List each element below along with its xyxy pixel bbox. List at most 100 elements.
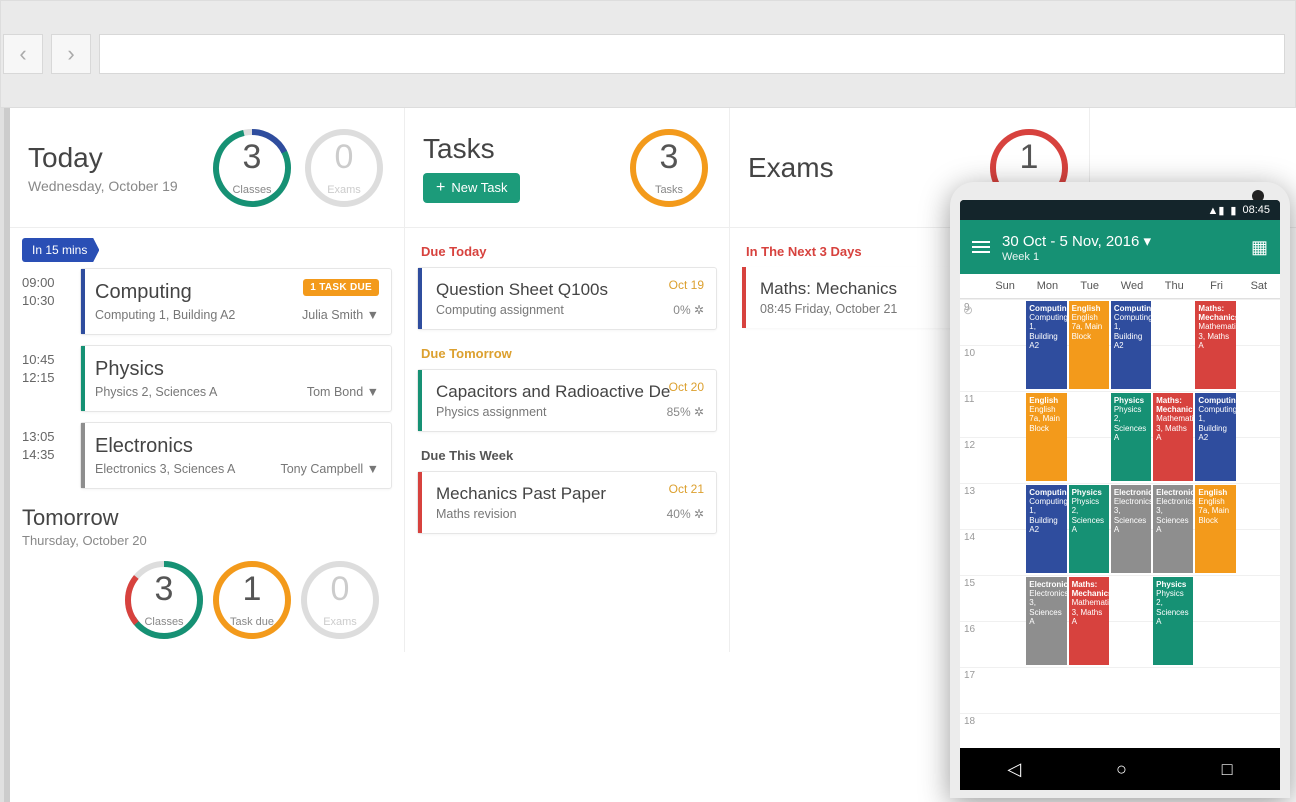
mobile-week: Week 1	[1002, 251, 1151, 263]
calendar-event[interactable]: Maths: Mechanics Mathematics 3, Maths A	[1153, 393, 1193, 481]
task-sub: Maths revision	[436, 507, 702, 521]
tasks-section-label: Due Tomorrow	[421, 346, 717, 361]
calendar-icon[interactable]: ▦	[1251, 237, 1268, 258]
tomorrow-tasks-ring: 1 Task due	[210, 558, 294, 642]
calendar-event[interactable]: Computing Computing 1, Building A2	[1111, 301, 1151, 389]
calendar-event[interactable]: English English 7a, Main Block	[1026, 393, 1066, 481]
class-card[interactable]: Electronics Electronics 3, Sciences A To…	[80, 422, 392, 489]
tomorrow-date: Thursday, October 20	[22, 533, 392, 548]
calendar-event[interactable]: Electronics Electronics 3, Sciences A	[1153, 485, 1193, 573]
class-row: 09:0010:30 1 TASK DUE Computing Computin…	[22, 268, 392, 335]
task-title: Question Sheet Q100s	[436, 280, 702, 300]
calendar-event[interactable]: English English 7a, Main Block	[1069, 301, 1109, 389]
class-title: Electronics	[95, 435, 377, 458]
class-stripe	[81, 423, 85, 488]
task-title: Capacitors and Radioactive De	[436, 382, 702, 402]
browser-chrome: ‹ ›	[0, 0, 1296, 108]
mobile-days-header: SunMonTueWedThuFriSat	[960, 274, 1280, 299]
task-card[interactable]: Oct 21 Mechanics Past Paper Maths revisi…	[417, 471, 717, 534]
mobile-navbar: ◁ ○ □	[960, 748, 1280, 790]
calendar-event[interactable]: Computing Computing 1, Building A2	[1026, 301, 1066, 389]
calendar-event[interactable]: Electronics Electronics 3, Sciences A	[1111, 485, 1151, 573]
class-teacher: Julia Smith ▼	[302, 308, 379, 322]
mobile-date-range[interactable]: 30 Oct - 5 Nov, 2016	[1002, 233, 1139, 250]
task-due: Oct 21	[669, 482, 704, 496]
hour-label: 17	[964, 670, 975, 681]
task-stripe	[418, 472, 422, 533]
battery-icon: ▮	[1230, 204, 1236, 217]
mobile-appbar: 30 Oct - 5 Nov, 2016 ▾ Week 1 ▦	[960, 220, 1280, 274]
tasks-section-label: Due Today	[421, 244, 717, 259]
shield-icon: ▼	[367, 462, 379, 476]
tomorrow-classes-ring: 3 Classes	[122, 558, 206, 642]
tasks-column: Due Today Oct 19 Question Sheet Q100s Co…	[405, 228, 730, 652]
task-progress: 0% ✲	[673, 303, 704, 317]
android-back-icon[interactable]: ◁	[1007, 759, 1021, 780]
hour-label: 13	[964, 486, 975, 497]
android-home-icon[interactable]: ○	[1116, 759, 1127, 780]
calendar-event[interactable]: Maths: Mechanics Mathematics 3, Maths A	[1069, 577, 1109, 665]
task-title: Mechanics Past Paper	[436, 484, 702, 504]
hour-label: 18	[964, 716, 975, 727]
calendar-event[interactable]: Computing Computing 1, Building A2	[1026, 485, 1066, 573]
task-sub: Physics assignment	[436, 405, 702, 419]
class-card[interactable]: 1 TASK DUE Computing Computing 1, Buildi…	[80, 268, 392, 335]
shield-icon: ▼	[367, 385, 379, 399]
today-exams-ring: 0 Exams	[302, 126, 386, 210]
hour-label: 16	[964, 624, 975, 635]
class-stripe	[81, 346, 85, 411]
hour-label: 14	[964, 532, 975, 543]
today-date: Wednesday, October 19	[28, 178, 178, 194]
calendar-event[interactable]: Maths: Mechanics Mathematics 3, Maths A	[1195, 301, 1235, 389]
calendar-event[interactable]: Computing Computing 1, Building A2	[1195, 393, 1235, 481]
forward-button[interactable]: ›	[51, 34, 91, 74]
signal-icon: ▲▮	[1207, 204, 1224, 217]
alarm-off-icon[interactable]: ⊘	[963, 303, 973, 317]
calendar-event[interactable]: English English 7a, Main Block	[1195, 485, 1235, 573]
task-card[interactable]: Oct 19 Question Sheet Q100s Computing as…	[417, 267, 717, 330]
exam-stripe	[742, 267, 746, 328]
hour-label: 11	[964, 394, 974, 405]
back-button[interactable]: ‹	[3, 34, 43, 74]
day-header: Sun	[984, 274, 1026, 298]
new-task-button[interactable]: +New Task	[423, 173, 520, 203]
chevron-down-icon: ▾	[1143, 233, 1151, 250]
mobile-week-grid[interactable]: 9101112131415161718⊘Computing Computing …	[960, 299, 1280, 769]
task-progress: 40% ✲	[667, 507, 704, 521]
hour-label: 10	[964, 348, 975, 359]
task-sub: Computing assignment	[436, 303, 702, 317]
tasks-section-label: Due This Week	[421, 448, 717, 463]
mobile-time: 08:45	[1242, 204, 1270, 216]
class-teacher: Tony Campbell ▼	[280, 462, 379, 476]
android-recent-icon[interactable]: □	[1222, 759, 1233, 780]
day-header: Wed	[1111, 274, 1153, 298]
today-classes-ring: 3 Classes	[210, 126, 294, 210]
tasks-title: Tasks	[423, 133, 520, 165]
day-header: Mon	[1026, 274, 1068, 298]
today-title: Today	[28, 142, 178, 174]
class-times: 13:0514:35	[22, 422, 70, 489]
task-stripe	[418, 268, 422, 329]
calendar-event[interactable]: Physics Physics 2, Sciences A	[1069, 485, 1109, 573]
calendar-event[interactable]: Physics Physics 2, Sciences A	[1153, 577, 1193, 665]
mobile-statusbar: ▲▮ ▮ 08:45	[960, 200, 1280, 220]
calendar-event[interactable]: Physics Physics 2, Sciences A	[1111, 393, 1151, 481]
tomorrow-exams-ring: 0 Exams	[298, 558, 382, 642]
today-column: In 15 mins 09:0010:30 1 TASK DUE Computi…	[10, 228, 405, 652]
day-header: Thu	[1153, 274, 1195, 298]
class-card[interactable]: Physics Physics 2, Sciences A Tom Bond ▼	[80, 345, 392, 412]
day-header: Sat	[1238, 274, 1280, 298]
today-panel: Today Wednesday, October 19 3 Classes 0 …	[10, 108, 405, 227]
plus-icon: +	[436, 180, 445, 196]
task-card[interactable]: Oct 20 Capacitors and Radioactive De Phy…	[417, 369, 717, 432]
task-stripe	[418, 370, 422, 431]
menu-icon[interactable]	[972, 238, 990, 256]
task-due: Oct 20	[669, 380, 704, 394]
task-due-pill: 1 TASK DUE	[303, 279, 379, 296]
url-bar[interactable]	[99, 34, 1285, 74]
hour-label: 12	[964, 440, 975, 451]
class-row: 10:4512:15 Physics Physics 2, Sciences A…	[22, 345, 392, 412]
calendar-event[interactable]: Electronics Electronics 3, Sciences A	[1026, 577, 1066, 665]
mobile-preview: ▲▮ ▮ 08:45 30 Oct - 5 Nov, 2016 ▾ Week 1…	[950, 182, 1290, 798]
class-times: 09:0010:30	[22, 268, 70, 335]
